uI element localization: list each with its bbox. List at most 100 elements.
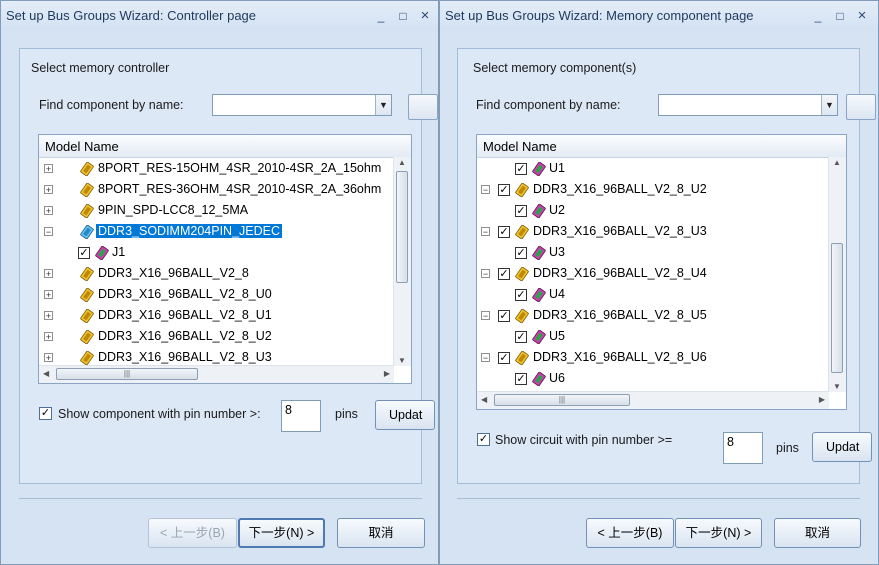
cancel-button[interactable]: 取消 — [774, 518, 861, 548]
expander-icon[interactable]: − — [481, 353, 490, 363]
scroll-thumb[interactable] — [831, 243, 843, 373]
scroll-right-icon[interactable]: ▶ — [384, 369, 390, 378]
tree-row[interactable]: − ✓ DDR3_X16_96BALL_V2_8_U4 — [477, 264, 830, 285]
scroll-thumb[interactable] — [396, 171, 408, 283]
scroll-down-icon[interactable]: ▼ — [398, 356, 406, 365]
row-label: DDR3_X16_96BALL_V2_8_U0 — [98, 287, 272, 301]
tree-row[interactable]: +8PORT_RES-15OHM_4SR_2010-4SR_2A_15ohm — [39, 159, 395, 180]
expander-icon[interactable]: − — [481, 227, 490, 237]
scroll-down-icon[interactable]: ▼ — [833, 382, 841, 391]
tree-row[interactable]: − ✓ DDR3_X16_96BALL_V2_8_U3 — [477, 222, 830, 243]
row-checkbox[interactable]: ✓ — [515, 205, 527, 217]
tree-row[interactable]: ✓ U3 — [477, 243, 830, 264]
row-label: DDR3_X16_96BALL_V2_8_U2 — [98, 329, 272, 343]
minimize-icon[interactable]: _ — [373, 8, 389, 24]
window-title: Set up Bus Groups Wizard: Memory compone… — [445, 8, 754, 23]
expander-icon[interactable]: + — [44, 353, 53, 363]
column-header[interactable]: Model Name — [39, 135, 411, 158]
next-button[interactable]: 下一步(N) > — [675, 518, 762, 548]
row-checkbox[interactable]: ✓ — [515, 289, 527, 301]
model-icon — [515, 266, 529, 282]
tree-row[interactable]: ✓ U6 — [477, 369, 830, 390]
tree-row[interactable]: ✓ U5 — [477, 327, 830, 348]
close-icon[interactable]: × — [854, 8, 870, 24]
section-label: Select memory component(s) — [473, 61, 637, 75]
model-icon — [515, 224, 529, 240]
tree-row[interactable]: − ✓ DDR3_X16_96BALL_V2_8_U2 — [477, 180, 830, 201]
tree-row[interactable]: ✓ U2 — [477, 201, 830, 222]
row-checkbox[interactable]: ✓ — [515, 373, 527, 385]
maximize-icon[interactable]: □ — [395, 8, 411, 24]
row-checkbox[interactable]: ✓ — [498, 184, 510, 196]
title-bar[interactable]: Set up Bus Groups Wizard: Memory compone… — [440, 1, 878, 31]
expander-icon[interactable]: + — [44, 311, 53, 321]
pin-number-input[interactable]: 8 — [281, 400, 321, 432]
cancel-button[interactable]: 取消 — [337, 518, 425, 548]
tree-row[interactable]: − DDR3_SODIMM204PIN_JEDEC — [39, 222, 395, 243]
scroll-right-icon[interactable]: ▶ — [819, 395, 825, 404]
expander-icon[interactable]: − — [481, 311, 490, 321]
row-checkbox[interactable]: ✓ — [498, 226, 510, 238]
update-button[interactable]: Updat — [812, 432, 872, 462]
vertical-scrollbar[interactable]: ▲ ▼ — [828, 157, 846, 392]
close-icon[interactable]: × — [417, 8, 433, 24]
expander-icon[interactable]: − — [481, 269, 490, 279]
minimize-icon[interactable]: _ — [810, 8, 826, 24]
tree-row[interactable]: ✓ J1 — [39, 243, 395, 264]
show-component-checkbox[interactable]: ✓ — [39, 407, 52, 420]
scroll-up-icon[interactable]: ▲ — [398, 158, 406, 167]
expander-icon[interactable]: + — [44, 332, 53, 342]
row-label: U6 — [549, 371, 565, 385]
row-checkbox[interactable]: ✓ — [78, 247, 90, 259]
pin-number-input[interactable]: 8 — [723, 432, 763, 464]
row-checkbox[interactable]: ✓ — [515, 331, 527, 343]
find-combobox[interactable]: ▼ — [658, 94, 838, 116]
tree-row[interactable]: − ✓ DDR3_X16_96BALL_V2_8_U5 — [477, 306, 830, 327]
expander-icon[interactable]: + — [44, 164, 53, 174]
component-tree[interactable]: Model Name +8PORT_RES-15OHM_4SR_2010-4SR… — [38, 134, 412, 384]
tree-row[interactable]: ✓ U4 — [477, 285, 830, 306]
find-combobox[interactable]: ▼ — [212, 94, 392, 116]
row-checkbox[interactable]: ✓ — [515, 247, 527, 259]
component-tree[interactable]: Model Name ✓ U1− ✓ DDR3_X16_96BALL_V2_8_U2 ✓… — [476, 134, 847, 410]
show-circuit-checkbox[interactable]: ✓ — [477, 433, 490, 446]
tree-row[interactable]: + DDR3_X16_96BALL_V2_8 — [39, 264, 395, 285]
horizontal-scrollbar[interactable]: ◀ ||| ▶ — [39, 365, 394, 383]
tree-row[interactable]: + DDR3_X16_96BALL_V2_8_U0 — [39, 285, 395, 306]
expander-icon[interactable]: + — [44, 206, 53, 216]
tree-row[interactable]: + DDR3_X16_96BALL_V2_8_U2 — [39, 327, 395, 348]
tree-row[interactable]: +9PIN_SPD-LCC8_12_5MA — [39, 201, 395, 222]
update-button[interactable]: Updat — [375, 400, 435, 430]
row-checkbox[interactable]: ✓ — [498, 268, 510, 280]
scroll-thumb[interactable]: ||| — [494, 394, 630, 406]
maximize-icon[interactable]: □ — [832, 8, 848, 24]
scroll-thumb[interactable]: ||| — [56, 368, 198, 380]
scroll-left-icon[interactable]: ◀ — [43, 369, 49, 378]
chevron-down-icon[interactable]: ▼ — [821, 95, 837, 115]
tree-row[interactable]: − ✓ DDR3_X16_96BALL_V2_8_U6 — [477, 348, 830, 369]
horizontal-scrollbar[interactable]: ◀ ||| ▶ — [477, 391, 829, 409]
back-button[interactable]: < 上一步(B) — [148, 518, 237, 548]
vertical-scrollbar[interactable]: ▲ ▼ — [393, 157, 411, 366]
chevron-down-icon[interactable]: ▼ — [375, 95, 391, 115]
row-checkbox[interactable]: ✓ — [498, 352, 510, 364]
tree-row[interactable]: +8PORT_RES-36OHM_4SR_2010-4SR_2A_36ohm — [39, 180, 395, 201]
tree-row[interactable]: ✓ U1 — [477, 159, 830, 180]
find-button[interactable] — [846, 94, 876, 120]
row-label: DDR3_X16_96BALL_V2_8_U4 — [533, 266, 707, 280]
scroll-up-icon[interactable]: ▲ — [833, 158, 841, 167]
expander-icon[interactable]: + — [44, 269, 53, 279]
find-button[interactable] — [408, 94, 438, 120]
row-checkbox[interactable]: ✓ — [498, 310, 510, 322]
title-bar[interactable]: Set up Bus Groups Wizard: Controller pag… — [1, 1, 438, 31]
scroll-left-icon[interactable]: ◀ — [481, 395, 487, 404]
next-button[interactable]: 下一步(N) > — [238, 518, 325, 548]
back-button[interactable]: < 上一步(B) — [586, 518, 674, 548]
expander-icon[interactable]: − — [44, 227, 53, 237]
column-header[interactable]: Model Name — [477, 135, 846, 158]
expander-icon[interactable]: − — [481, 185, 490, 195]
expander-icon[interactable]: + — [44, 185, 53, 195]
expander-icon[interactable]: + — [44, 290, 53, 300]
tree-row[interactable]: + DDR3_X16_96BALL_V2_8_U1 — [39, 306, 395, 327]
row-checkbox[interactable]: ✓ — [515, 163, 527, 175]
